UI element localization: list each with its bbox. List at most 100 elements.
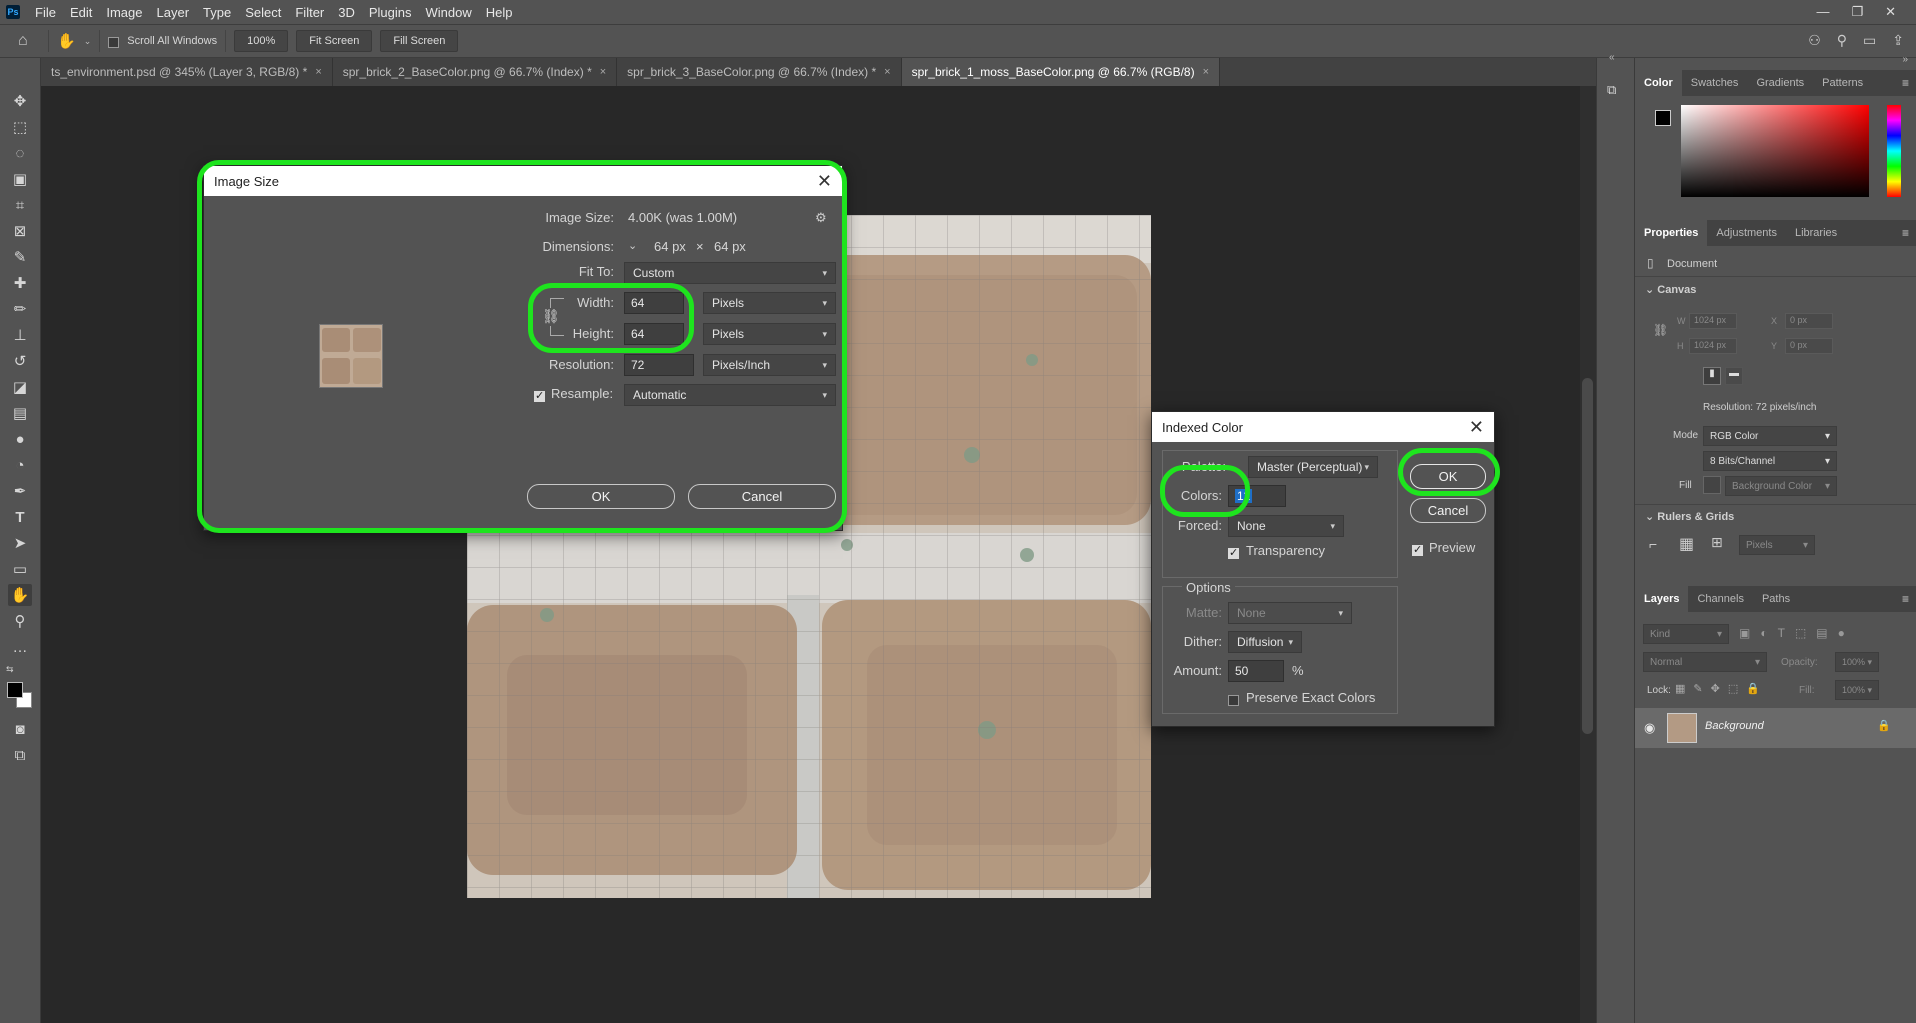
menu-filter[interactable]: Filter (288, 5, 331, 20)
visibility-eye-icon[interactable]: ◉ (1644, 720, 1655, 736)
object-select-tool-icon[interactable]: ▣ (8, 168, 32, 190)
quick-mask-icon[interactable]: ◙ (8, 718, 32, 740)
guides-icon[interactable]: ⊞ (1711, 534, 1723, 551)
mode-select[interactable]: RGB Color ▾ (1703, 426, 1837, 446)
lock-artboard-icon[interactable]: ⬚ (1728, 682, 1738, 695)
zoom-tool-icon[interactable]: ⚲ (8, 610, 32, 632)
forced-select[interactable]: None ▾ (1228, 515, 1344, 537)
fill-opacity-field[interactable]: 100% ▾ (1835, 680, 1879, 700)
expand-icon[interactable]: » (1902, 54, 1908, 65)
canvas-y-field[interactable]: 0 px (1785, 338, 1833, 354)
blend-mode-select[interactable]: Normal ▾ (1643, 652, 1767, 672)
grid-icon[interactable]: ▦ (1679, 534, 1694, 554)
tab-properties[interactable]: Properties (1635, 220, 1708, 246)
cancel-button[interactable]: Cancel (1410, 498, 1486, 523)
tab-spr-brick-3[interactable]: spr_brick_3_BaseColor.png @ 66.7% (Index… (617, 58, 902, 86)
ruler-units-select[interactable]: Pixels ▾ (1739, 535, 1815, 555)
brush-tool-icon[interactable]: ✏ (8, 298, 32, 320)
share-profile-icon[interactable]: ⚇ (1808, 32, 1821, 49)
opacity-field[interactable]: 100% ▾ (1835, 652, 1879, 672)
pen-tool-icon[interactable]: ✒ (8, 480, 32, 502)
tab-ts-environment[interactable]: ts_environment.psd @ 345% (Layer 3, RGB/… (41, 58, 333, 86)
amount-input[interactable]: 50 (1228, 660, 1284, 682)
close-tab-icon[interactable]: × (1203, 66, 1209, 78)
home-icon[interactable]: ⌂ (18, 32, 40, 50)
chevron-down-icon[interactable]: ⌄ (84, 36, 92, 47)
close-tab-icon[interactable]: × (315, 66, 321, 78)
tab-spr-brick-1-moss[interactable]: spr_brick_1_moss_BaseColor.png @ 66.7% (… (901, 58, 1221, 86)
screen-mode-icon[interactable]: ⧉ (8, 744, 32, 766)
hand-tool-icon[interactable]: ✋ (57, 32, 76, 50)
marquee-tool-icon[interactable]: ⬚ (8, 116, 32, 138)
link-icon[interactable]: ⛓ (1653, 323, 1668, 337)
dodge-tool-icon[interactable]: ◔ (8, 454, 32, 476)
layer-row-background[interactable]: ◉ Background 🔒 (1635, 708, 1916, 748)
menu-3d[interactable]: 3D (331, 5, 362, 20)
menu-type[interactable]: Type (196, 5, 238, 20)
close-icon[interactable]: ✕ (1469, 417, 1484, 438)
canvas-width-field[interactable]: 1024 px (1689, 313, 1737, 329)
fit-screen-button[interactable]: Fit Screen (296, 30, 373, 52)
dither-select[interactable]: Diffusion ▾ (1228, 631, 1302, 653)
tab-patterns[interactable]: Patterns (1813, 70, 1872, 96)
hand-tool-icon[interactable]: ✋ (8, 584, 32, 606)
restore-icon[interactable]: ❐ (1851, 4, 1863, 20)
color-picker-field[interactable] (1681, 105, 1869, 197)
search-icon[interactable]: ⚲ (1837, 32, 1847, 49)
rectangle-tool-icon[interactable]: ▭ (8, 558, 32, 580)
eyedropper-tool-icon[interactable]: ✎ (8, 246, 32, 268)
menu-plugins[interactable]: Plugins (362, 5, 419, 20)
adjustment-filter-icon[interactable]: ◐ (1760, 626, 1767, 640)
menu-help[interactable]: Help (479, 5, 520, 20)
tab-spr-brick-2[interactable]: spr_brick_2_BaseColor.png @ 66.7% (Index… (332, 58, 618, 86)
history-brush-tool-icon[interactable]: ↺ (8, 350, 32, 372)
tab-paths[interactable]: Paths (1753, 586, 1799, 612)
eraser-tool-icon[interactable]: ◪ (8, 376, 32, 398)
history-panel-icon[interactable]: ⧉ (1607, 82, 1616, 98)
path-selection-tool-icon[interactable]: ➤ (8, 532, 32, 554)
tab-adjustments[interactable]: Adjustments (1707, 220, 1786, 246)
crop-tool-icon[interactable]: ⌗ (8, 194, 32, 216)
tab-libraries[interactable]: Libraries (1786, 220, 1846, 246)
fill-select[interactable]: Background Color ▾ (1725, 476, 1837, 496)
hue-slider[interactable] (1887, 105, 1901, 197)
tab-layers[interactable]: Layers (1635, 586, 1689, 612)
image-filter-icon[interactable]: ▣ (1739, 626, 1750, 640)
blur-tool-icon[interactable]: ● (8, 428, 32, 450)
minimize-icon[interactable]: — (1816, 4, 1829, 20)
tab-color[interactable]: Color (1635, 70, 1682, 96)
canvas-height-field[interactable]: 1024 px (1689, 338, 1737, 354)
fill-swatch[interactable] (1703, 476, 1721, 494)
lasso-tool-icon[interactable]: ◌ (8, 142, 32, 164)
panel-menu-icon[interactable]: ≡ (1902, 226, 1909, 240)
tab-channels[interactable]: Channels (1688, 586, 1752, 612)
menu-edit[interactable]: Edit (63, 5, 99, 20)
scrollbar-thumb[interactable] (1582, 378, 1593, 734)
foreground-color-swatch[interactable] (1655, 110, 1671, 126)
smart-object-filter-icon[interactable]: ▤ (1816, 626, 1827, 640)
lock-pixels-icon[interactable]: ✎ (1693, 682, 1702, 695)
move-tool-icon[interactable]: ✥ (8, 90, 32, 112)
more-tools-icon[interactable]: … (8, 636, 32, 658)
portrait-orientation-icon[interactable]: ▮ (1703, 367, 1721, 385)
panel-menu-icon[interactable]: ≡ (1902, 76, 1909, 90)
tab-swatches[interactable]: Swatches (1682, 70, 1748, 96)
close-tab-icon[interactable]: × (884, 66, 890, 78)
chevron-down-icon[interactable]: ⌄ (1645, 284, 1654, 296)
lock-position-icon[interactable]: ✥ (1711, 682, 1720, 695)
lock-all-icon[interactable]: 🔒 (1746, 682, 1760, 695)
menu-select[interactable]: Select (238, 5, 288, 20)
ruler-icon[interactable]: ⌐ (1649, 536, 1657, 552)
transparency-checkbox[interactable] (1228, 545, 1239, 560)
close-icon[interactable]: ✕ (1885, 4, 1896, 20)
gradient-tool-icon[interactable]: ▤ (8, 402, 32, 424)
scroll-all-windows-checkbox[interactable] (108, 34, 120, 49)
menu-window[interactable]: Window (419, 5, 479, 20)
menu-file[interactable]: File (28, 5, 63, 20)
filter-kind-select[interactable]: Kind ▾ (1643, 624, 1729, 644)
tab-gradients[interactable]: Gradients (1747, 70, 1813, 96)
healing-brush-tool-icon[interactable]: ✚ (8, 272, 32, 294)
foreground-color-swatch[interactable] (7, 682, 23, 698)
shape-filter-icon[interactable]: ⬚ (1795, 626, 1806, 640)
swap-colors-icon[interactable]: ⇆ (6, 664, 14, 675)
